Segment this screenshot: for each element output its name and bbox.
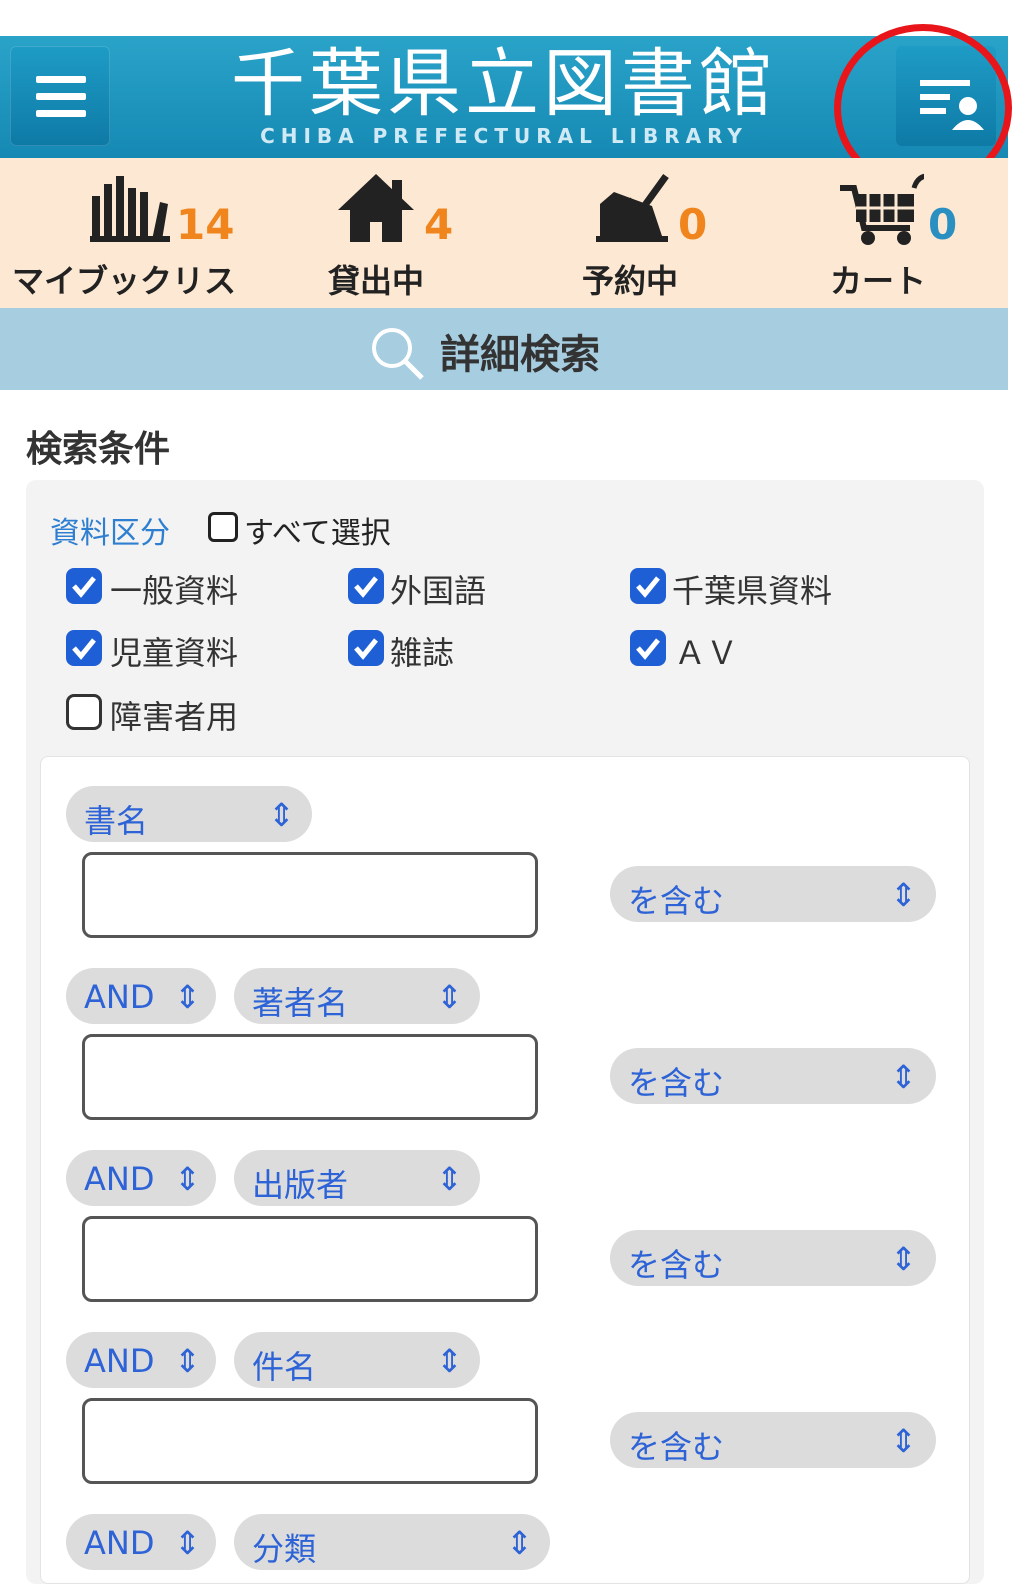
checkbox-chiba[interactable] bbox=[630, 568, 666, 604]
operator-select[interactable]: AND ⇕ bbox=[66, 1150, 216, 1206]
checkbox-av[interactable] bbox=[630, 630, 666, 666]
lending-label: 貸出中 bbox=[328, 262, 425, 300]
operator-select-value: AND bbox=[84, 1524, 155, 1562]
field-select-value: 分類 bbox=[252, 1530, 317, 1568]
cart-count: 0 bbox=[928, 200, 958, 249]
advanced-search-title: 詳細検索 bbox=[440, 332, 600, 378]
search-icon bbox=[372, 328, 424, 380]
match-select-value: を含む bbox=[628, 1246, 725, 1284]
field-select[interactable]: 書名 ⇕ bbox=[66, 786, 312, 842]
select-all-checkbox[interactable] bbox=[208, 512, 238, 542]
field-select[interactable]: 出版者 ⇕ bbox=[234, 1150, 480, 1206]
match-select[interactable]: を含む ⇕ bbox=[610, 866, 936, 922]
search-conditions-title: 検索条件 bbox=[26, 429, 171, 470]
operator-select[interactable]: AND ⇕ bbox=[66, 968, 216, 1024]
checkbox-label: 児童資料 bbox=[110, 634, 239, 672]
checkbox-accessible[interactable] bbox=[66, 694, 102, 730]
check-icon bbox=[636, 638, 660, 660]
chevron-updown-icon: ⇕ bbox=[890, 1240, 917, 1278]
chevron-updown-icon: ⇕ bbox=[436, 1160, 463, 1198]
bookshelf-icon bbox=[90, 176, 170, 242]
match-select[interactable]: を含む ⇕ bbox=[610, 1048, 936, 1104]
mybooklist-status[interactable]: 14 マイブックリス bbox=[12, 172, 252, 302]
chevron-updown-icon: ⇕ bbox=[174, 1342, 201, 1380]
reserved-status[interactable]: 0 予約中 bbox=[582, 172, 722, 302]
search-input[interactable] bbox=[82, 1034, 538, 1120]
advanced-search-banner[interactable]: 詳細検索 bbox=[0, 308, 1008, 390]
chevron-updown-icon: ⇕ bbox=[174, 1524, 201, 1562]
match-select[interactable]: を含む ⇕ bbox=[610, 1230, 936, 1286]
mybooklist-label: マイブックリス bbox=[12, 262, 237, 300]
field-select-value: 著者名 bbox=[252, 984, 349, 1022]
field-select[interactable]: 分類 ⇕ bbox=[234, 1514, 550, 1570]
checkbox-children[interactable] bbox=[66, 630, 102, 666]
chevron-updown-icon: ⇕ bbox=[890, 876, 917, 914]
field-select-value: 書名 bbox=[84, 802, 149, 840]
reserved-label: 予約中 bbox=[582, 262, 679, 300]
operator-select-value: AND bbox=[84, 1160, 155, 1198]
search-input[interactable] bbox=[82, 1398, 538, 1484]
operator-select-value: AND bbox=[84, 1342, 155, 1380]
chevron-updown-icon: ⇕ bbox=[174, 978, 201, 1016]
reservation-icon bbox=[596, 173, 669, 242]
home-icon bbox=[338, 174, 414, 242]
search-input[interactable] bbox=[82, 1216, 538, 1302]
match-select-value: を含む bbox=[628, 882, 725, 920]
checkbox-label: 一般資料 bbox=[110, 572, 239, 610]
checkbox-magazine[interactable] bbox=[348, 630, 384, 666]
checkbox-label: ＡＶ bbox=[674, 634, 739, 672]
checkbox-foreign[interactable] bbox=[348, 568, 384, 604]
operator-select-value: AND bbox=[84, 978, 155, 1016]
check-icon bbox=[354, 638, 378, 660]
chevron-updown-icon: ⇕ bbox=[436, 1342, 463, 1380]
status-bar: 14 マイブックリス 4 貸出中 0 予約中 0 カート bbox=[0, 158, 1008, 308]
match-select[interactable]: を含む ⇕ bbox=[610, 1412, 936, 1468]
category-label: 資料区分 bbox=[50, 516, 170, 551]
checkbox-label: 外国語 bbox=[390, 572, 487, 610]
operator-select[interactable]: AND ⇕ bbox=[66, 1332, 216, 1388]
search-input[interactable] bbox=[82, 852, 538, 938]
match-select-value: を含む bbox=[628, 1428, 725, 1466]
mybooklist-count: 14 bbox=[176, 200, 235, 249]
field-select[interactable]: 著者名 ⇕ bbox=[234, 968, 480, 1024]
cart-icon bbox=[840, 173, 924, 245]
field-select-value: 件名 bbox=[252, 1348, 317, 1386]
chevron-updown-icon: ⇕ bbox=[268, 796, 295, 834]
checkbox-label: 障害者用 bbox=[110, 698, 239, 736]
check-icon bbox=[72, 638, 96, 660]
lending-status[interactable]: 4 貸出中 bbox=[328, 172, 468, 302]
checkbox-general[interactable] bbox=[66, 568, 102, 604]
checkbox-label: 雑誌 bbox=[390, 634, 455, 672]
chevron-updown-icon: ⇕ bbox=[436, 978, 463, 1016]
cart-label: カート bbox=[830, 262, 927, 300]
select-all-label[interactable]: すべて選択 bbox=[244, 508, 391, 552]
reserved-count: 0 bbox=[678, 200, 708, 249]
field-select[interactable]: 件名 ⇕ bbox=[234, 1332, 480, 1388]
chevron-updown-icon: ⇕ bbox=[890, 1058, 917, 1096]
operator-select[interactable]: AND ⇕ bbox=[66, 1514, 216, 1570]
chevron-updown-icon: ⇕ bbox=[890, 1422, 917, 1460]
check-icon bbox=[72, 576, 96, 598]
check-icon bbox=[636, 576, 660, 598]
chevron-updown-icon: ⇕ bbox=[506, 1524, 533, 1562]
check-icon bbox=[354, 576, 378, 598]
lending-count: 4 bbox=[424, 200, 454, 249]
field-select-value: 出版者 bbox=[252, 1166, 349, 1204]
match-select-value: を含む bbox=[628, 1064, 725, 1102]
checkbox-label: 千葉県資料 bbox=[672, 572, 833, 610]
cart-status[interactable]: 0 カート bbox=[830, 172, 970, 302]
chevron-updown-icon: ⇕ bbox=[174, 1160, 201, 1198]
